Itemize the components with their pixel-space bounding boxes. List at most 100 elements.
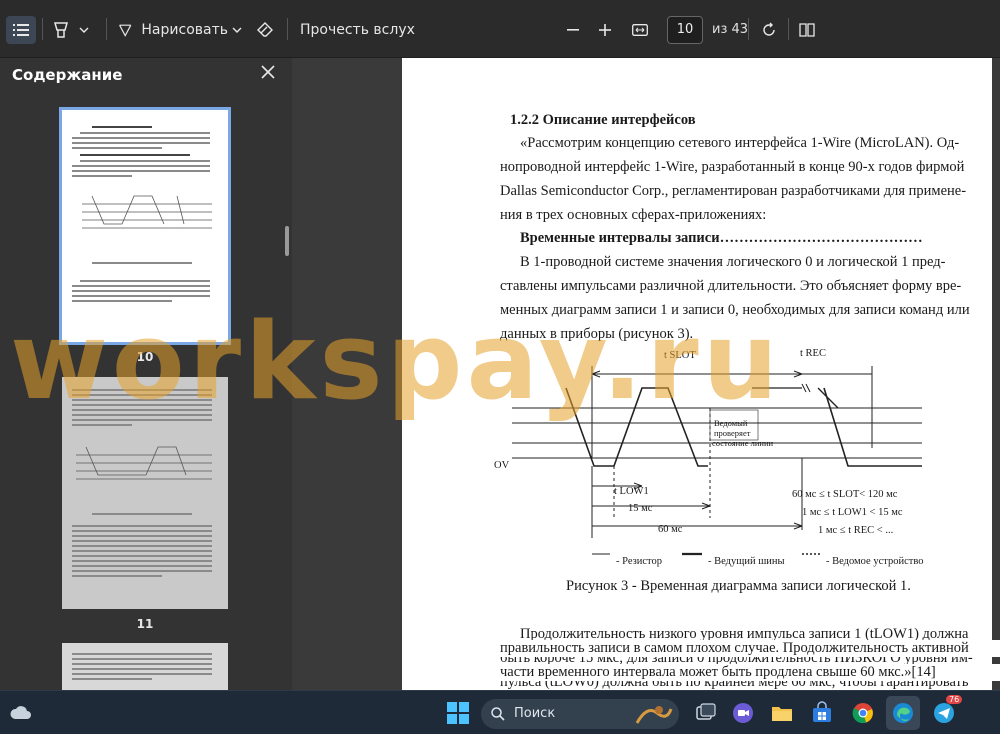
cloud-icon	[10, 706, 31, 719]
t-low1-label: t LOW1	[614, 486, 649, 497]
close-icon	[261, 65, 275, 79]
paragraph-line: В 1-проводной системе значения логическо…	[520, 254, 946, 270]
paragraph-line: правильность записи в самом плохом случа…	[500, 640, 1000, 657]
search-label: Поиск	[514, 706, 556, 721]
meet-app[interactable]	[731, 701, 755, 725]
pen-icon	[119, 24, 132, 37]
search-icon	[491, 707, 505, 721]
windows-icon	[447, 702, 469, 724]
task-view-button[interactable]	[693, 701, 717, 725]
paragraph-line: «Рассмотрим концепцию сетевого интерфейс…	[520, 135, 960, 151]
zoom-out-button[interactable]	[562, 16, 584, 44]
figure-caption: Рисунок 3 - Временная диаграмма записи л…	[566, 578, 911, 594]
paragraph-line: ставлены импульсами различной длительнос…	[500, 278, 962, 294]
eraser-button[interactable]	[256, 16, 276, 44]
page-number-input[interactable]: 10	[667, 16, 703, 44]
eraser-icon	[257, 22, 273, 37]
paragraph-line: Dallas Semiconductor Corp., регламентиро…	[500, 183, 967, 199]
diagram-note-line: состояние линии	[712, 438, 774, 448]
chevron-down-icon	[232, 27, 242, 33]
rotate-button[interactable]	[758, 16, 780, 44]
thumbnail-diagram	[76, 446, 212, 480]
close-contents-button[interactable]	[259, 63, 277, 81]
contents-title: Содержание	[12, 66, 123, 84]
fit-width-icon	[632, 24, 648, 36]
timing-diagram	[512, 366, 922, 556]
folder-icon	[772, 707, 792, 721]
minus-icon	[567, 29, 579, 31]
60ms-label: 60 мс	[658, 524, 683, 535]
telegram-app[interactable]: 76	[932, 695, 963, 725]
highlight-button[interactable]	[50, 16, 72, 44]
draw-button[interactable]: Нарисовать	[118, 16, 228, 44]
weather-widget[interactable]	[8, 700, 32, 724]
document-viewer: 1.2.2 Описание интерфейсов «Рассмотрим к…	[292, 58, 1000, 690]
store-app[interactable]	[810, 701, 834, 725]
search-highlight-icon	[635, 706, 673, 724]
telegram-icon	[934, 703, 954, 723]
condition-line: 1 мс ≤ t REC < ...	[818, 525, 894, 536]
contents-toggle-button[interactable]	[6, 16, 36, 44]
edge-app-active[interactable]	[886, 696, 920, 730]
t-slot-label: t SLOT	[664, 350, 696, 361]
video-chat-icon	[733, 703, 753, 723]
page-thumbnail[interactable]	[62, 377, 228, 609]
toolbar-divider	[106, 18, 107, 40]
fit-width-button[interactable]	[628, 16, 652, 44]
thumbnail-diagram	[82, 195, 212, 229]
section-heading: 1.2.2 Описание интерфейсов	[510, 112, 696, 128]
highlight-options-button[interactable]	[76, 16, 92, 44]
chrome-app[interactable]	[851, 701, 875, 725]
read-aloud-label: Прочесть вслух	[300, 22, 415, 38]
paragraph-line: ния в трех основных сферах-приложениях:	[500, 207, 767, 223]
plus-icon	[599, 24, 611, 36]
legend-master: - Ведущий шины	[708, 556, 785, 567]
start-button[interactable]	[446, 701, 470, 725]
legend-resistor: - Резистор	[616, 556, 662, 567]
taskbar: Поиск 76	[0, 690, 1000, 734]
legend-slave: - Ведомое устройство	[826, 556, 924, 567]
rotate-icon	[763, 22, 775, 36]
thumbnail-page-number: 10	[136, 350, 154, 364]
thumbnail-page-number: 11	[136, 617, 154, 631]
condition-line: 1 мс ≤ t LOW1 < 15 мс	[802, 507, 903, 518]
contents-panel: Содержание 10 11	[0, 58, 292, 690]
toolbar-divider	[788, 18, 789, 40]
list-icon	[13, 24, 29, 36]
chrome-icon	[852, 703, 873, 724]
paragraph-line: части временного интервала может быть пр…	[500, 664, 1000, 681]
paragraph-line: нопроводной интерфейс 1-Wire, разработан…	[500, 159, 965, 175]
diagram-note-line: проверяет	[714, 428, 751, 438]
paragraph-line: данных в приборы (рисунок 3).	[500, 326, 694, 342]
toolbar: Нарисовать Прочесть вслух 10 из 43	[0, 0, 1000, 58]
ov-label: OV	[494, 460, 510, 471]
page-view-button[interactable]	[796, 16, 818, 44]
paragraph-line: менных диаграмм записи 1 и записи 0, нео…	[500, 302, 970, 318]
edge-icon	[893, 703, 913, 723]
draw-options-button[interactable]	[230, 16, 244, 44]
toolbar-divider	[42, 18, 43, 40]
sidebar-scrollbar[interactable]	[285, 226, 289, 256]
taskbar-search[interactable]	[481, 699, 679, 729]
diagram-note-line: Ведомый	[714, 418, 748, 428]
15ms-label: 15 мс	[628, 503, 653, 514]
read-aloud-button[interactable]: Прочесть вслух	[300, 16, 415, 44]
condition-line: 60 мс ≤ t SLOT< 120 мс	[792, 489, 898, 500]
zoom-in-button[interactable]	[594, 16, 616, 44]
document-page: 1.2.2 Описание интерфейсов «Рассмотрим к…	[402, 58, 992, 690]
page-count: из 43	[712, 22, 749, 37]
highlighter-icon	[54, 22, 68, 38]
page-thumbnail[interactable]	[59, 107, 231, 345]
t-rec-label: t REC	[800, 348, 826, 359]
toolbar-divider	[748, 18, 749, 40]
chevron-down-icon	[79, 27, 89, 33]
file-explorer-app[interactable]	[770, 701, 794, 725]
toolbar-divider	[287, 18, 288, 40]
task-view-icon	[696, 703, 716, 720]
draw-label: Нарисовать	[141, 22, 228, 38]
pdf-viewer-window: Нарисовать Прочесть вслух 10 из 43 Содер…	[0, 0, 1000, 734]
store-icon	[813, 701, 831, 722]
notification-badge: 76	[946, 695, 963, 704]
book-icon	[799, 23, 815, 37]
page-thumbnail[interactable]	[62, 643, 228, 690]
